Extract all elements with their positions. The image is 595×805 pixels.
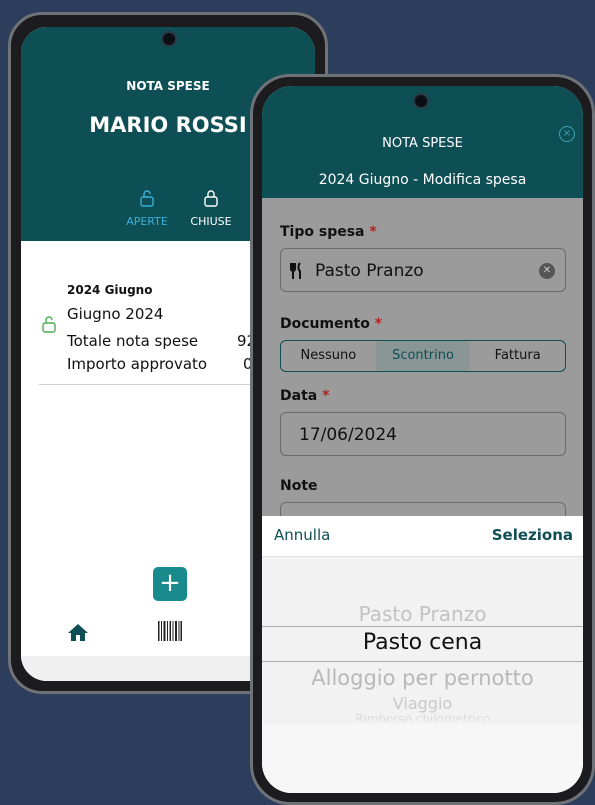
tab-aperte[interactable]: APERTE bbox=[117, 189, 177, 228]
total-label: Totale nota spese bbox=[67, 332, 199, 350]
home-icon[interactable] bbox=[67, 622, 89, 642]
data-label: Data * bbox=[280, 388, 330, 404]
tab-label: CHIUSE bbox=[190, 215, 232, 228]
expense-form: Tipo spesa * Pasto Pranzo ✕ Documento * … bbox=[262, 198, 583, 522]
lock-icon bbox=[204, 190, 218, 207]
barcode-icon[interactable] bbox=[157, 620, 183, 642]
documento-label: Documento * bbox=[280, 316, 383, 332]
report-title: 2024 Giugno bbox=[67, 283, 153, 297]
tipo-spesa-field[interactable]: Pasto Pranzo ✕ bbox=[280, 248, 566, 292]
close-icon[interactable]: × bbox=[559, 126, 575, 142]
seg-nessuno[interactable]: Nessuno bbox=[281, 341, 376, 371]
phone-edit-view: NOTA SPESE 2024 Giugno - Modifica spesa … bbox=[250, 74, 595, 805]
type-picker: Annulla Seleziona Pasto Pranzo Pasto cen… bbox=[262, 516, 583, 793]
page-subtitle: 2024 Giugno - Modifica spesa bbox=[318, 172, 527, 188]
picker-option-selected[interactable]: Pasto cena bbox=[262, 630, 583, 655]
documento-segmented: Nessuno Scontrino Fattura bbox=[280, 340, 566, 372]
report-subtitle: Giugno 2024 bbox=[67, 305, 164, 323]
seg-fattura[interactable]: Fattura bbox=[470, 341, 565, 371]
tab-chiuse[interactable]: CHIUSE bbox=[181, 189, 241, 228]
unlock-icon bbox=[140, 190, 154, 207]
unlock-icon bbox=[42, 316, 56, 333]
date-value: 17/06/2024 bbox=[299, 425, 397, 445]
app-title: NOTA SPESE bbox=[382, 136, 463, 151]
screen: NOTA SPESE 2024 Giugno - Modifica spesa … bbox=[262, 86, 583, 793]
note-label: Note bbox=[280, 478, 318, 494]
camera-icon bbox=[161, 31, 177, 47]
add-button[interactable]: + bbox=[153, 567, 187, 601]
approved-label: Importo approvato bbox=[67, 355, 208, 373]
cancel-button[interactable]: Annulla bbox=[274, 526, 330, 544]
select-button[interactable]: Seleziona bbox=[492, 526, 573, 544]
seg-scontrino[interactable]: Scontrino bbox=[375, 341, 471, 371]
picker-option[interactable]: Alloggio per pernotto bbox=[262, 666, 583, 690]
system-bar bbox=[262, 724, 583, 793]
tipo-value: Pasto Pranzo bbox=[315, 261, 424, 281]
tipo-label: Tipo spesa * bbox=[280, 224, 377, 240]
cutlery-icon bbox=[290, 262, 301, 279]
picker-option[interactable]: Pasto Pranzo bbox=[262, 602, 583, 626]
clear-icon[interactable]: ✕ bbox=[539, 263, 555, 279]
picker-option[interactable]: Viaggio bbox=[262, 694, 583, 713]
tab-label: APERTE bbox=[126, 215, 168, 228]
camera-icon bbox=[413, 93, 429, 109]
date-field[interactable]: 17/06/2024 bbox=[280, 412, 566, 456]
picker-toolbar: Annulla Seleziona bbox=[262, 516, 583, 557]
picker-option[interactable]: Rimborso chilometrico bbox=[262, 712, 583, 721]
